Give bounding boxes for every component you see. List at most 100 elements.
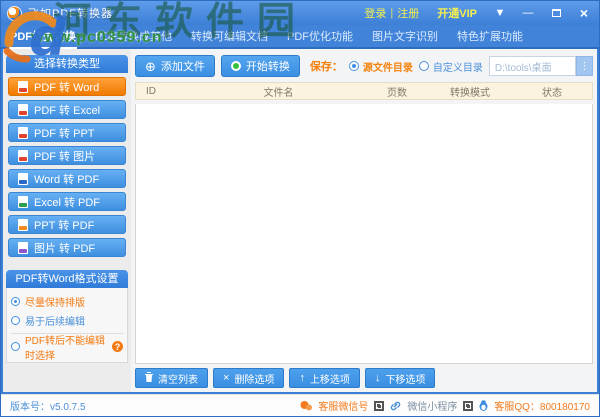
word-format-settings: PDF转Word格式设置 尽量保持排版 易于后续编辑 PDF转后不能编辑时选择	[6, 270, 128, 363]
link-icon	[390, 401, 401, 411]
app-logo-icon	[7, 6, 22, 21]
sidebar-item-pdf-to-image[interactable]: PDF 转 图片	[8, 146, 126, 165]
option-label: PDF转后不能编辑时选择	[25, 332, 107, 362]
radio-icon[interactable]	[11, 316, 20, 325]
column-status: 状态	[512, 84, 592, 99]
tab-pdf-optimize[interactable]: PDF优化功能	[286, 25, 354, 49]
column-convert-mode: 转换模式	[428, 84, 512, 99]
sidebar-item-pdf-to-word[interactable]: PDF 转 Word	[8, 77, 126, 96]
option-keep-layout[interactable]: 尽量保持排版	[11, 292, 123, 311]
sidebar-item-word-to-pdf[interactable]: Word 转 PDF	[8, 169, 126, 188]
delete-selected-button[interactable]: × 删除选项	[213, 368, 284, 388]
wechat-icon	[300, 401, 312, 411]
option-cannot-edit[interactable]: PDF转后不能编辑时选择 ?	[11, 337, 123, 356]
output-path-input[interactable]: D:\tools\桌面	[489, 56, 576, 76]
sidebar-item-label: Excel 转 PDF	[34, 194, 100, 210]
action-label: 清空列表	[158, 371, 198, 386]
clear-list-button[interactable]: 清空列表	[135, 368, 208, 388]
auth-divider: |	[390, 7, 393, 19]
ppt-file-icon	[18, 219, 28, 231]
sidebar-item-label: PDF 转 图片	[34, 148, 95, 164]
qq-service-label[interactable]: 客服QQ：800180170	[494, 398, 590, 413]
radio-custom-directory[interactable]: 自定义目录	[419, 59, 483, 74]
radio-selected-icon[interactable]	[349, 61, 359, 71]
tab-pdf-to-other[interactable]: PDF转换成其他	[94, 25, 173, 49]
sidebar-item-label: Word 转 PDF	[34, 171, 99, 187]
start-icon	[231, 61, 241, 71]
sidebar-item-ppt-to-pdf[interactable]: PPT 转 PDF	[8, 215, 126, 234]
pdf-file-icon	[18, 104, 28, 116]
x-icon: ×	[223, 373, 229, 384]
column-pages: 页数	[366, 84, 428, 99]
start-convert-button[interactable]: 开始转换	[221, 55, 300, 77]
convert-type-header: 选择转换类型	[6, 55, 128, 73]
sidebar-item-label: PDF 转 Word	[34, 79, 99, 95]
column-id: ID	[136, 86, 191, 97]
radio-label: 自定义目录	[433, 59, 483, 74]
file-list[interactable]	[135, 104, 593, 364]
move-up-button[interactable]: ↑ 上移选项	[289, 368, 360, 388]
content-area: 选择转换类型 PDF 转 Word PDF 转 Excel PDF 转 PPT …	[1, 49, 599, 394]
tab-convert-editable-doc[interactable]: 转换可编辑文档	[190, 25, 269, 49]
action-label: 下移选项	[385, 371, 425, 386]
menu-dropdown-icon[interactable]: ▼	[493, 6, 507, 20]
pdf-file-icon	[18, 81, 28, 93]
sidebar-item-image-to-pdf[interactable]: 图片 转 PDF	[8, 238, 126, 257]
file-table-header: ID 文件名 页数 转换模式 状态	[135, 82, 593, 100]
qq-penguin-icon	[479, 400, 488, 411]
tab-special-features[interactable]: 特色扩展功能	[456, 25, 524, 49]
qr-code-icon[interactable]	[374, 401, 384, 411]
login-link[interactable]: 登录	[364, 5, 386, 21]
plus-circle-icon: ⊕	[145, 60, 156, 73]
sidebar-item-label: PDF 转 PPT	[34, 125, 95, 141]
excel-file-icon	[18, 196, 28, 208]
sidebar-item-pdf-to-ppt[interactable]: PDF 转 PPT	[8, 123, 126, 142]
convert-type-list: PDF 转 Word PDF 转 Excel PDF 转 PPT PDF 转 图…	[6, 73, 128, 257]
sidebar-item-excel-to-pdf[interactable]: Excel 转 PDF	[8, 192, 126, 211]
toolbar: ⊕ 添加文件 开始转换 保存： 源文件目录 自定义目录 D:\tools\	[135, 54, 593, 78]
settings-header: PDF转Word格式设置	[6, 270, 128, 288]
move-down-button[interactable]: ↓ 下移选项	[365, 368, 436, 388]
add-file-label: 添加文件	[161, 58, 205, 74]
main-nav-tabs: PDF格式转换 PDF转换成其他 转换可编辑文档 PDF优化功能 图片文字识别 …	[1, 25, 599, 49]
start-convert-label: 开始转换	[246, 58, 290, 74]
close-icon[interactable]: ×	[577, 6, 591, 20]
pdf-file-icon	[18, 127, 28, 139]
sidebar-item-label: 图片 转 PDF	[34, 240, 95, 256]
register-link[interactable]: 注册	[397, 5, 419, 21]
sidebar-item-label: PPT 转 PDF	[34, 217, 94, 233]
settings-options: 尽量保持排版 易于后续编辑 PDF转后不能编辑时选择 ?	[6, 288, 128, 363]
option-label: 易于后续编辑	[25, 313, 85, 328]
word-file-icon	[18, 173, 28, 185]
tab-image-ocr[interactable]: 图片文字识别	[371, 25, 439, 49]
wechat-service-label[interactable]: 客服微信号	[318, 398, 368, 413]
browse-folder-button[interactable]: ⋮	[576, 56, 593, 76]
action-label: 上移选项	[310, 371, 350, 386]
app-window: 飞如PDF转换器 登录 | 注册 开通VIP ▼ — × PDF格式转换 PDF…	[0, 0, 600, 417]
add-file-button[interactable]: ⊕ 添加文件	[135, 55, 215, 77]
save-to-label: 保存：	[310, 58, 343, 74]
vip-link[interactable]: 开通VIP	[437, 5, 477, 21]
version-text: 版本号：v5.0.7.5	[10, 398, 86, 413]
miniprogram-label[interactable]: 微信小程序	[407, 398, 457, 413]
minimize-icon[interactable]: —	[521, 6, 535, 20]
column-filename: 文件名	[191, 84, 366, 99]
arrow-up-icon: ↑	[299, 373, 305, 384]
qr-code-icon[interactable]	[463, 401, 473, 411]
radio-label: 源文件目录	[363, 59, 413, 74]
trash-icon	[145, 372, 153, 385]
image-file-icon	[18, 242, 28, 254]
radio-icon[interactable]	[419, 61, 429, 71]
sidebar-item-pdf-to-excel[interactable]: PDF 转 Excel	[8, 100, 126, 119]
sidebar-item-label: PDF 转 Excel	[34, 102, 100, 118]
option-easy-edit[interactable]: 易于后续编辑	[11, 311, 123, 330]
radio-selected-icon[interactable]	[11, 297, 20, 306]
help-icon[interactable]: ?	[112, 341, 123, 352]
main-panel: ⊕ 添加文件 开始转换 保存： 源文件目录 自定义目录 D:\tools\	[131, 49, 597, 392]
radio-icon[interactable]	[11, 342, 20, 351]
tab-pdf-format-convert[interactable]: PDF格式转换	[9, 25, 77, 49]
title-bar: 飞如PDF转换器 登录 | 注册 开通VIP ▼ — ×	[1, 1, 599, 25]
arrow-down-icon: ↓	[375, 373, 381, 384]
maximize-icon[interactable]	[549, 6, 563, 20]
radio-source-directory[interactable]: 源文件目录	[349, 59, 413, 74]
